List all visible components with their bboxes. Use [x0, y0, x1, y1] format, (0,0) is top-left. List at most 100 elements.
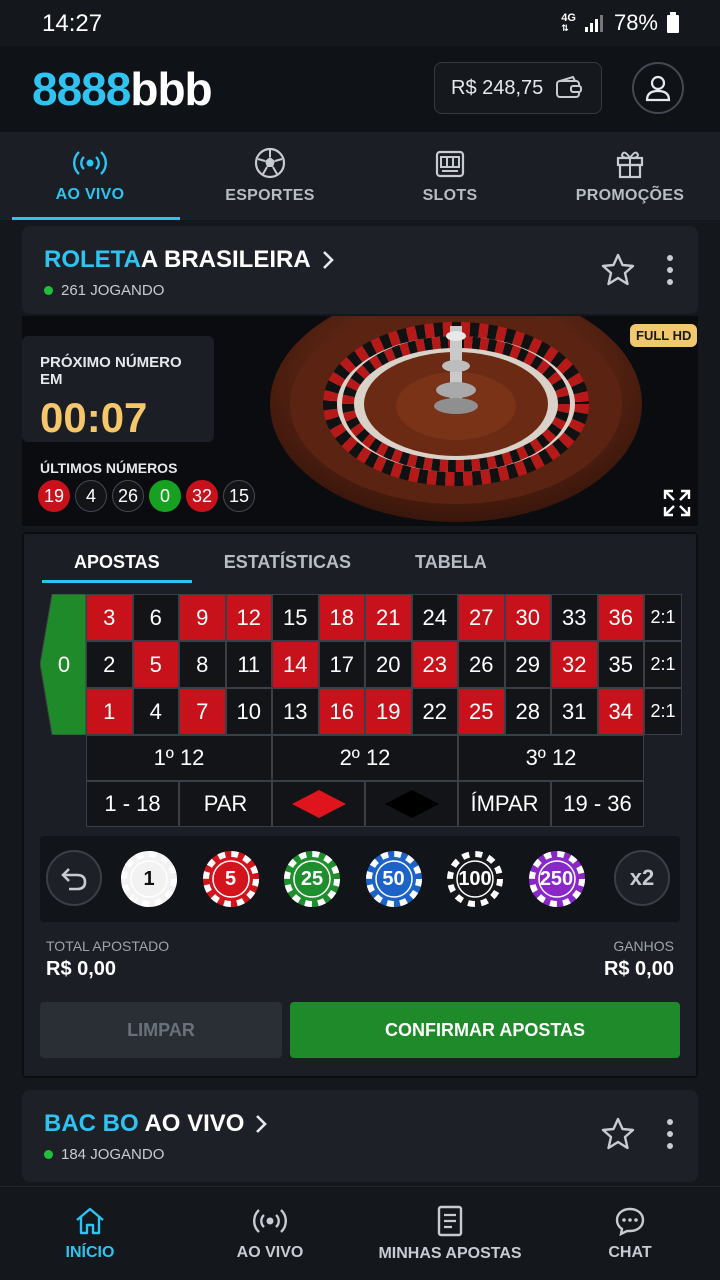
profile-avatar-button[interactable]	[632, 62, 684, 114]
chip-1[interactable]: 1	[120, 850, 178, 908]
chip-value: 1	[143, 867, 155, 890]
network-label: 4G ⇅	[561, 12, 576, 34]
tab-tabela[interactable]: TABELA	[383, 552, 519, 583]
wallet-icon	[556, 76, 583, 98]
bottom-nav-chat[interactable]: CHAT	[540, 1187, 720, 1280]
game-card-bac-bo: BAC BO AO VIVO 184 JOGANDO	[22, 1090, 698, 1182]
bottom-nav-inicio[interactable]: INÍCIO	[0, 1187, 180, 1280]
bet-number-cell[interactable]: 14	[272, 641, 319, 688]
bet-number-cell[interactable]: 1	[86, 688, 133, 735]
tab-slots[interactable]: SLOTS	[360, 132, 540, 220]
tab-ao-vivo[interactable]: AO VIVO	[0, 132, 180, 220]
bet-number-cell[interactable]: 19	[365, 688, 412, 735]
bet-number-cell[interactable]: 9	[179, 594, 226, 641]
bet-number-cell[interactable]: 24	[411, 594, 458, 641]
bet-dozen[interactable]: 1º 12	[86, 735, 272, 781]
bottom-nav-ao-vivo[interactable]: AO VIVO	[180, 1187, 360, 1280]
bet-black[interactable]	[365, 781, 458, 827]
bet-number-cell[interactable]: 4	[132, 688, 179, 735]
bet-column-2to1[interactable]: 2:1	[644, 688, 682, 735]
bet-number-cell[interactable]: 33	[551, 594, 598, 641]
bet-number-cell[interactable]: 6	[132, 594, 179, 641]
bet-number-cell[interactable]: 25	[458, 688, 505, 735]
brand-logo[interactable]: 8888bbb	[32, 62, 213, 116]
status-indicators: 4G ⇅ 78%	[561, 10, 680, 36]
clear-bets-button[interactable]: LIMPAR	[40, 1002, 282, 1058]
bet-column-2to1[interactable]: 2:1	[644, 641, 682, 688]
bet-number-cell[interactable]: 22	[411, 688, 458, 735]
bet-number-cell[interactable]: 36	[597, 594, 644, 641]
game-title-link[interactable]: ROLETAA BRASILEIRA	[44, 246, 335, 274]
chip-5[interactable]: 5	[202, 850, 260, 908]
bet-number-cell[interactable]: 31	[551, 688, 598, 735]
signal-icon	[584, 15, 603, 32]
bet-number-cell[interactable]: 8	[179, 641, 226, 688]
wallet-balance-button[interactable]: R$ 248,75	[434, 62, 602, 114]
more-options-icon[interactable]	[658, 252, 682, 288]
red-diamond-icon	[291, 790, 346, 818]
bet-number-cell[interactable]: 11	[225, 641, 272, 688]
bet-odd[interactable]: ÍMPAR	[458, 781, 551, 827]
double-bet-button[interactable]: x2	[614, 850, 670, 906]
bet-number-cell[interactable]: 16	[318, 688, 365, 735]
bet-number-cell[interactable]: 20	[365, 641, 412, 688]
last-number: 15	[223, 480, 255, 512]
bet-even[interactable]: PAR	[179, 781, 272, 827]
bet-tabs: APOSTAS ESTATÍSTICAS TABELA	[42, 552, 519, 583]
bet-number-cell[interactable]: 10	[225, 688, 272, 735]
bet-dozen[interactable]: 3º 12	[458, 735, 644, 781]
bet-red[interactable]	[272, 781, 365, 827]
bet-number-cell[interactable]: 2	[86, 641, 133, 688]
tab-estatisticas[interactable]: ESTATÍSTICAS	[192, 552, 383, 583]
bet-number-cell[interactable]: 5	[132, 641, 179, 688]
online-dot	[44, 1150, 53, 1159]
bet-number-cell[interactable]: 3	[86, 594, 133, 641]
user-icon	[645, 75, 671, 102]
bet-low-1-18[interactable]: 1 - 18	[86, 781, 179, 827]
total-staked: TOTAL APOSTADO R$ 0,00	[46, 938, 170, 980]
bet-number-cell[interactable]: 7	[179, 688, 226, 735]
bet-number-cell[interactable]: 18	[318, 594, 365, 641]
chip-50[interactable]: 50	[365, 850, 423, 908]
bet-zero[interactable]: 0	[40, 594, 86, 735]
last-number: 19	[38, 480, 70, 512]
tab-promocoes[interactable]: PROMOÇÕES	[540, 132, 720, 220]
tab-apostas[interactable]: APOSTAS	[42, 552, 192, 583]
bet-number-cell[interactable]: 15	[272, 594, 319, 641]
bet-number-cell[interactable]: 23	[411, 641, 458, 688]
online-dot	[44, 286, 53, 295]
bet-number-cell[interactable]: 29	[504, 641, 551, 688]
game-title-link[interactable]: BAC BO AO VIVO	[44, 1110, 268, 1138]
chip-value: 100	[458, 867, 492, 890]
gift-icon	[616, 151, 644, 179]
bet-number-cell[interactable]: 35	[597, 641, 644, 688]
confirm-bets-button[interactable]: CONFIRMAR APOSTAS	[290, 1002, 680, 1058]
bet-dozen[interactable]: 2º 12	[272, 735, 458, 781]
bet-number-cell[interactable]: 32	[551, 641, 598, 688]
last-numbers-label: ÚLTIMOS NÚMEROS	[40, 460, 178, 476]
bet-column-2to1[interactable]: 2:1	[644, 594, 682, 641]
chip-25[interactable]: 25	[283, 850, 341, 908]
bet-number-cell[interactable]: 27	[458, 594, 505, 641]
bottom-nav: INÍCIO AO VIVO MINHAS APOSTAS CHAT	[0, 1186, 720, 1280]
bet-number-cell[interactable]: 13	[272, 688, 319, 735]
more-options-icon[interactable]	[658, 1116, 682, 1152]
tab-esportes[interactable]: ESPORTES	[180, 132, 360, 220]
bet-number-cell[interactable]: 21	[365, 594, 412, 641]
favorite-star-icon[interactable]	[600, 252, 636, 288]
chip-250[interactable]: 250	[528, 850, 586, 908]
bet-number-cell[interactable]: 17	[318, 641, 365, 688]
players-count: 184 JOGANDO	[44, 1146, 164, 1163]
fullscreen-icon[interactable]	[662, 488, 692, 518]
chip-100[interactable]: 100	[446, 850, 504, 908]
favorite-star-icon[interactable]	[600, 1116, 636, 1152]
bet-number-cell[interactable]: 28	[504, 688, 551, 735]
bet-number-cell[interactable]: 26	[458, 641, 505, 688]
bet-number-cell[interactable]: 30	[504, 594, 551, 641]
bet-number-cell[interactable]: 34	[597, 688, 644, 735]
next-number-timer: PRÓXIMO NÚMERO EM 00:07	[22, 336, 214, 442]
bet-high-19-36[interactable]: 19 - 36	[551, 781, 644, 827]
bottom-nav-minhas-apostas[interactable]: MINHAS APOSTAS	[360, 1187, 540, 1280]
bet-number-cell[interactable]: 12	[225, 594, 272, 641]
undo-button[interactable]	[46, 850, 102, 906]
